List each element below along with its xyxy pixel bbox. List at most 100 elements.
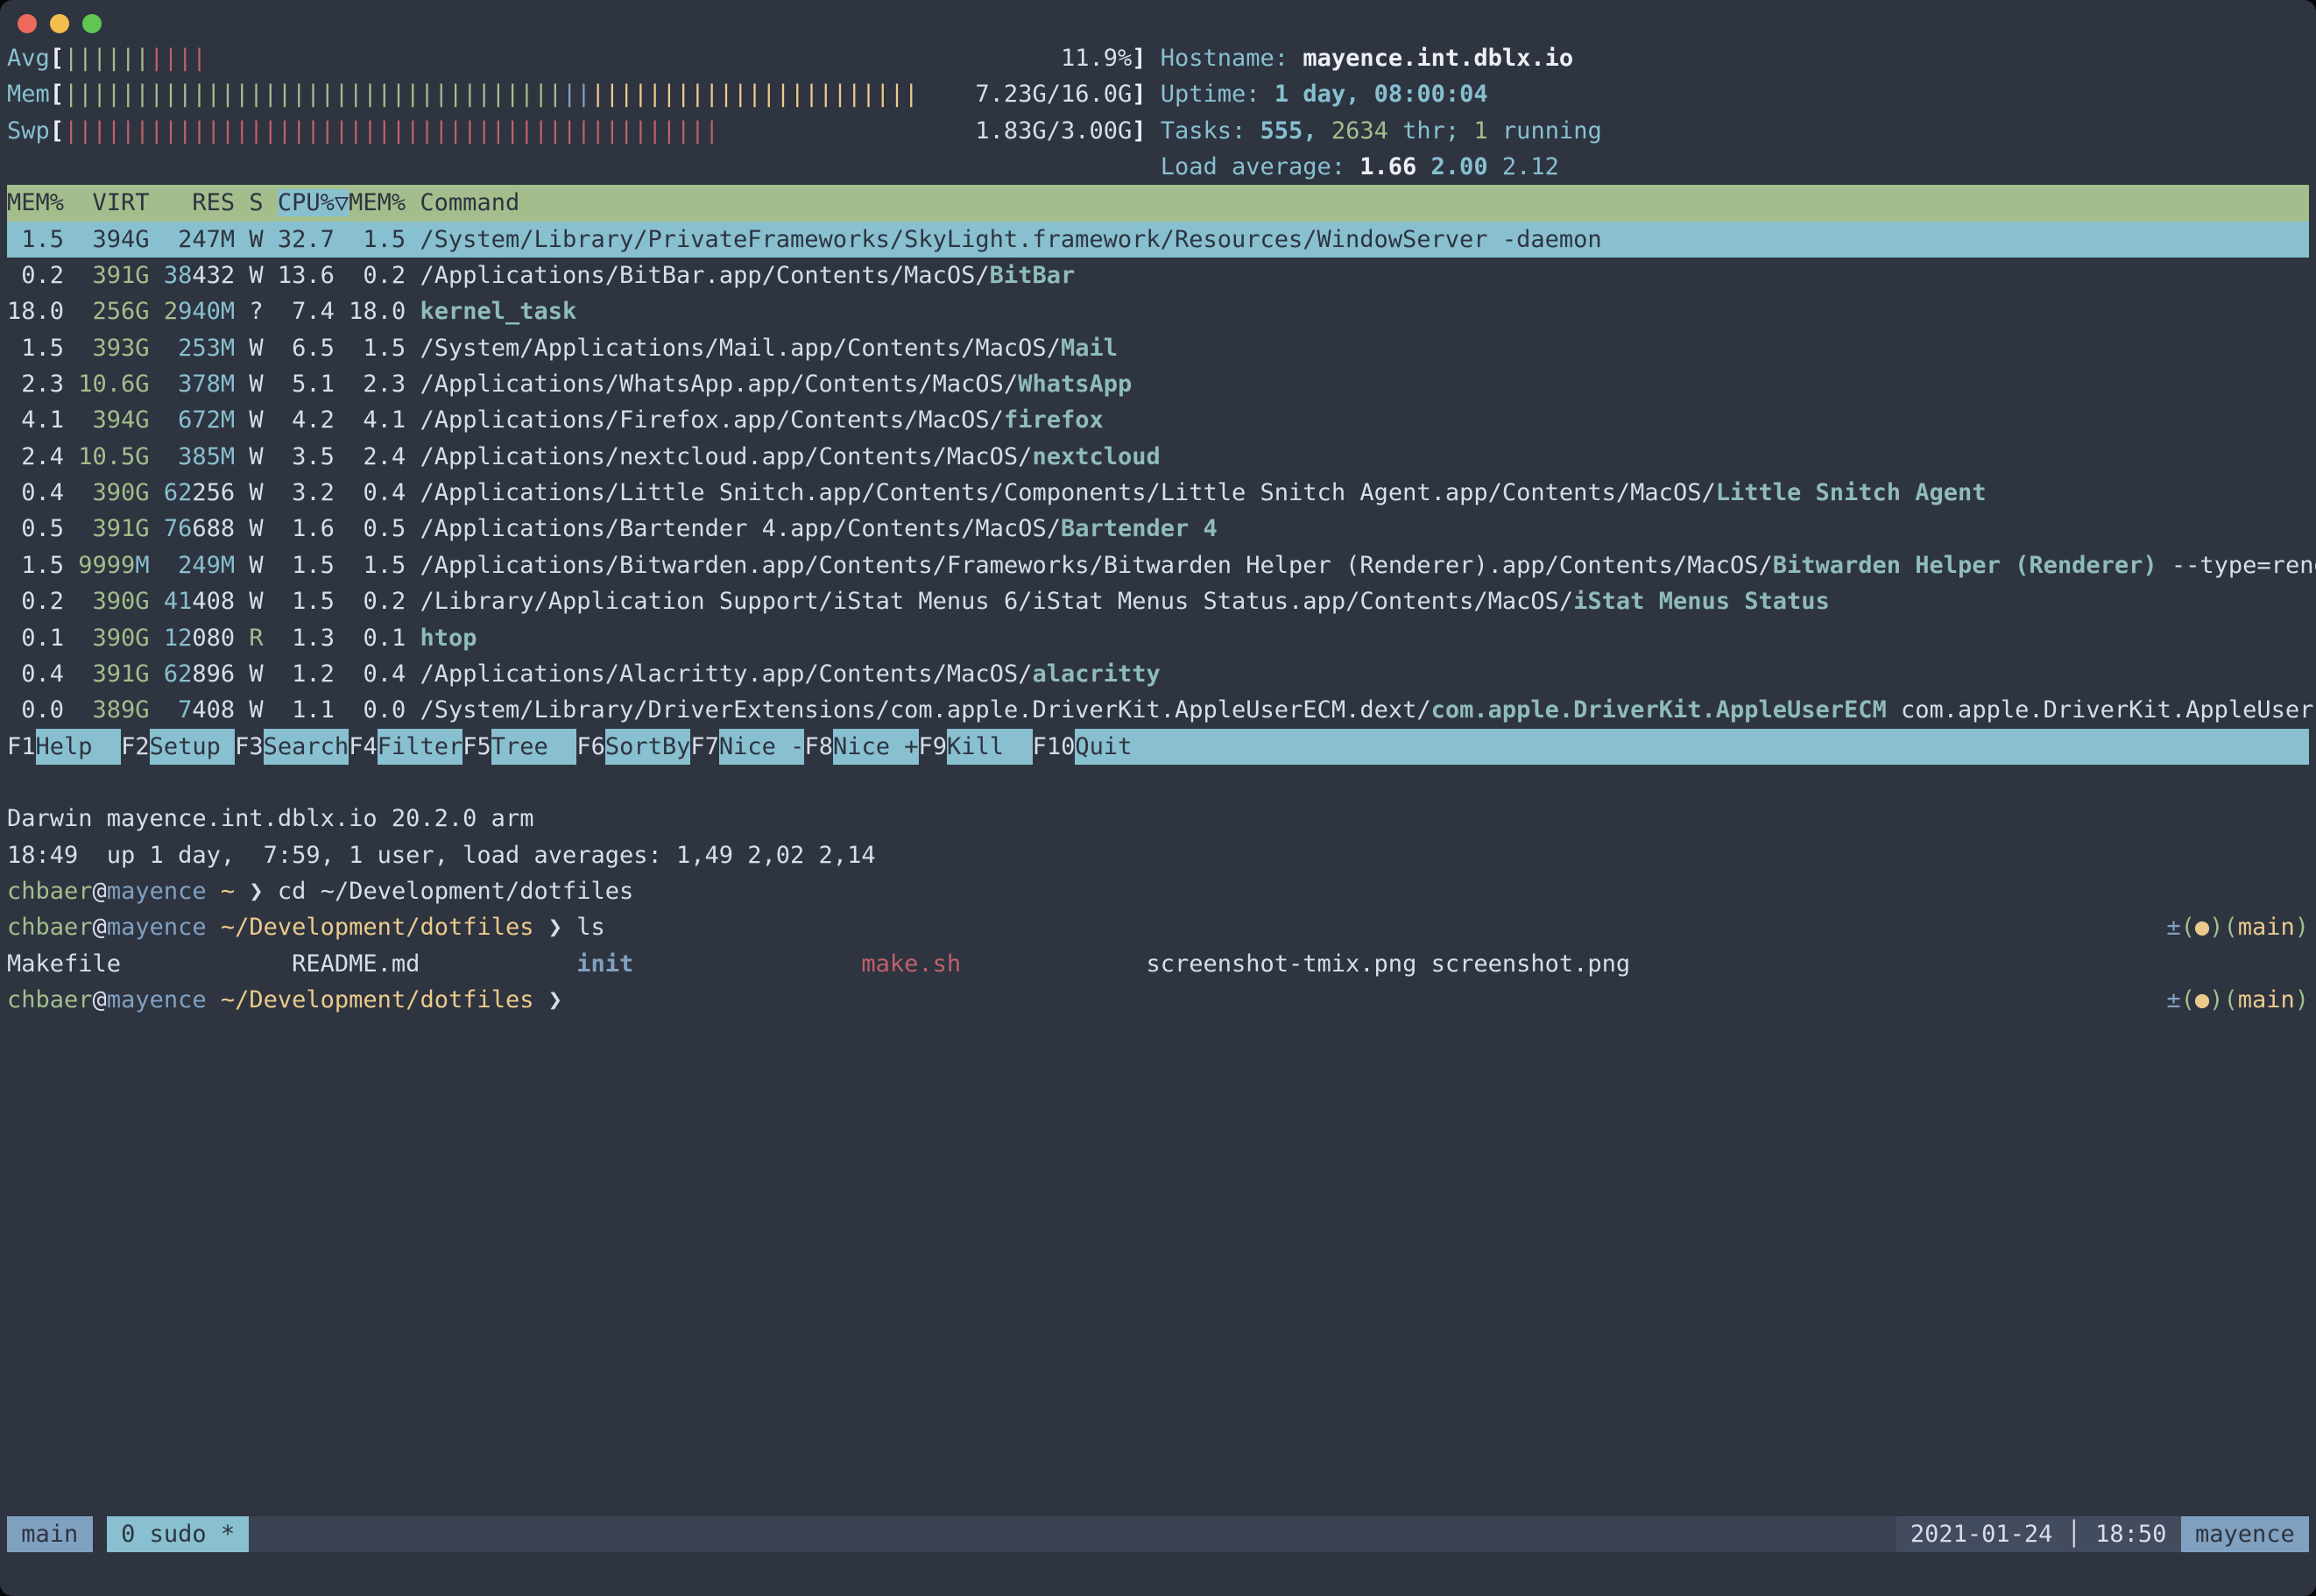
system-info: 555, — [1260, 117, 1331, 145]
fkey-f7-nice-[interactable]: Nice - — [719, 729, 805, 765]
prompt-text: mayence — [107, 986, 207, 1013]
process-row[interactable]: 0.2 391G 38432 W 13.6 0.2 /Applications/… — [7, 258, 2316, 293]
shell-text: cd ~/Development/dotfiles — [278, 878, 633, 905]
fkey-label-f10: F10 — [1033, 729, 1076, 765]
fkey-f3-search[interactable]: Search — [264, 729, 350, 765]
process-cell — [150, 298, 164, 325]
shell-text: mayence — [107, 878, 207, 905]
process-cell: 390G — [78, 479, 149, 506]
process-cell — [150, 371, 164, 398]
prompt-spacer — [562, 982, 2166, 1018]
shell-text: ❯ — [235, 878, 278, 905]
close-button[interactable] — [18, 14, 37, 33]
process-cell: 0.0 — [7, 696, 78, 724]
process-row[interactable]: 0.0 389G 7408 W 1.1 0.0 /System/Library/… — [7, 692, 2316, 728]
prompt-text: ls — [576, 914, 605, 941]
terminal-window[interactable]: Avg[|||||||||| 11.9%] Hostname: mayence.… — [0, 0, 2316, 1596]
process-cell — [150, 515, 164, 542]
process-row[interactable]: 0.2 390G 41408 W 1.5 0.2 /Library/Applic… — [7, 583, 2316, 619]
process-cell: 378M — [164, 371, 235, 398]
avg-meter: Avg[|||||||||| 11.9%] Hostname: mayence.… — [7, 40, 2316, 76]
terminal-screen[interactable]: Avg[|||||||||| 11.9%] Hostname: mayence.… — [7, 40, 2316, 1018]
process-cell: 62 — [164, 479, 193, 506]
blank-line — [7, 765, 2316, 801]
process-cell: com.apple.DriverKit.AppleUserECM — [1431, 696, 1887, 724]
process-cell: 1.5 — [7, 552, 78, 579]
system-info: 2.12 — [1502, 153, 1559, 180]
process-cell: /Library/Application Support/iStat Menus… — [420, 588, 1573, 615]
process-cell: kernel_task — [420, 298, 576, 325]
mem-meter-parts: || — [562, 81, 591, 108]
tmux-session-tab[interactable]: main — [7, 1516, 93, 1552]
avg-meter-parts: [ — [50, 45, 64, 72]
process-cell: 3.5 2.4 — [278, 443, 420, 470]
process-cell: /Applications/Bartender 4.app/Contents/M… — [420, 515, 1061, 542]
shell-text: README.md — [292, 950, 576, 978]
process-row[interactable]: 0.4 391G 62896 W 1.2 0.4 /Applications/A… — [7, 656, 2316, 692]
git-status-text: main — [2238, 914, 2295, 941]
swp-meter-parts: ||||||||||||||||||||||||||||||||||||||||… — [64, 117, 719, 145]
process-cell: W — [235, 479, 278, 506]
process-cell: BitBar — [990, 262, 1076, 289]
process-cell: /System/Applications/Mail.app/Contents/M… — [420, 335, 1061, 362]
process-row[interactable]: 0.4 390G 62256 W 3.2 0.4 /Applications/L… — [7, 475, 2316, 511]
process-row[interactable]: 2.3 10.6G 378M W 5.1 2.3 /Applications/W… — [7, 366, 2316, 402]
system-info: 1 — [1473, 117, 1487, 145]
fkey-f6-sortby[interactable]: SortBy — [605, 729, 691, 765]
process-cell: /System/Library/DriverExtensions/com.app… — [420, 696, 1430, 724]
fkey-f4-filter[interactable]: Filter — [378, 729, 463, 765]
process-cell — [150, 660, 164, 688]
avg-meter-parts — [207, 45, 1061, 72]
process-cell: 253M — [164, 335, 235, 362]
process-cell — [150, 335, 164, 362]
process-cell: alacritty — [1032, 660, 1160, 688]
htop-function-key-bar: F1Help F2Setup F3SearchF4FilterF5Tree F6… — [7, 729, 2309, 765]
process-row[interactable]: 18.0 256G 2940M ? 7.4 18.0 kernel_task — [7, 293, 2316, 329]
process-cell: 672M — [164, 406, 235, 434]
fkey-f9-kill[interactable]: Kill — [947, 729, 1033, 765]
process-row[interactable]: 1.5 393G 253M W 6.5 1.5 /System/Applicat… — [7, 330, 2316, 366]
zoom-button[interactable] — [82, 14, 102, 33]
tmux-status-bar: main 0 sudo * 2021-01-24 │ 18:50 mayence — [7, 1516, 2309, 1552]
shell-text: init — [576, 950, 633, 978]
process-cell: 391G — [78, 660, 149, 688]
git-status-text: ● — [2195, 986, 2209, 1013]
process-row[interactable]: 4.1 394G 672M W 4.2 4.1 /Applications/Fi… — [7, 402, 2316, 438]
tmux-window-tab[interactable]: 0 sudo * — [107, 1516, 250, 1552]
shell-text: chbaer — [7, 878, 93, 905]
shell-text: make.sh — [861, 950, 961, 978]
sort-column-cpu[interactable]: CPU%▽ — [278, 189, 349, 216]
process-row[interactable]: 1.5 9999M 249M W 1.5 1.5 /Applications/B… — [7, 547, 2316, 583]
fkey-f1-help[interactable]: Help — [36, 729, 122, 765]
fkey-f8-nice-[interactable]: Nice + — [833, 729, 919, 765]
process-cell — [150, 479, 164, 506]
process-cell: 256 — [192, 479, 235, 506]
process-row[interactable]: 1.5 394G 247M W 32.7 1.5 /System/Library… — [7, 222, 2309, 258]
process-cell: /Applications/Little Snitch.app/Contents… — [420, 479, 1715, 506]
shell-text: screenshot.png — [1431, 950, 1631, 978]
avg-meter-parts — [1147, 45, 1161, 72]
process-cell: W — [235, 660, 278, 688]
process-row[interactable]: 2.4 10.5G 385M W 3.5 2.4 /Applications/n… — [7, 439, 2316, 475]
process-table-header[interactable]: MEM% VIRT RES S CPU%▽MEM% Command — [7, 185, 2309, 221]
process-cell: 62 — [164, 660, 193, 688]
process-cell: 4.2 4.1 — [278, 406, 420, 434]
git-status-text: ) — [2209, 986, 2223, 1013]
process-cell: iStat Menus Status — [1573, 588, 1830, 615]
git-status-right-prompt: ±(●)(main) — [2166, 909, 2316, 945]
fkey-label-f2: F2 — [121, 729, 150, 765]
fkey-f5-tree[interactable]: Tree — [491, 729, 577, 765]
minimize-button[interactable] — [50, 14, 69, 33]
git-status-text: ) — [2295, 914, 2309, 941]
process-cell — [150, 696, 164, 724]
process-row[interactable]: 0.5 391G 76688 W 1.6 0.5 /Applications/B… — [7, 511, 2316, 547]
header-columns[interactable]: MEM% VIRT RES S — [7, 189, 278, 216]
process-cell: 390G — [78, 625, 149, 652]
fkey-f10-quit[interactable]: Quit — [1075, 729, 1132, 765]
process-cell: 249M — [164, 552, 235, 579]
fkey-label-f9: F9 — [919, 729, 948, 765]
fkey-f2-setup[interactable]: Setup — [150, 729, 236, 765]
header-columns[interactable]: MEM% Command — [349, 189, 519, 216]
process-row[interactable]: 0.1 390G 12080 R 1.3 0.1 htop — [7, 620, 2316, 656]
mem-meter-parts — [1147, 81, 1161, 108]
